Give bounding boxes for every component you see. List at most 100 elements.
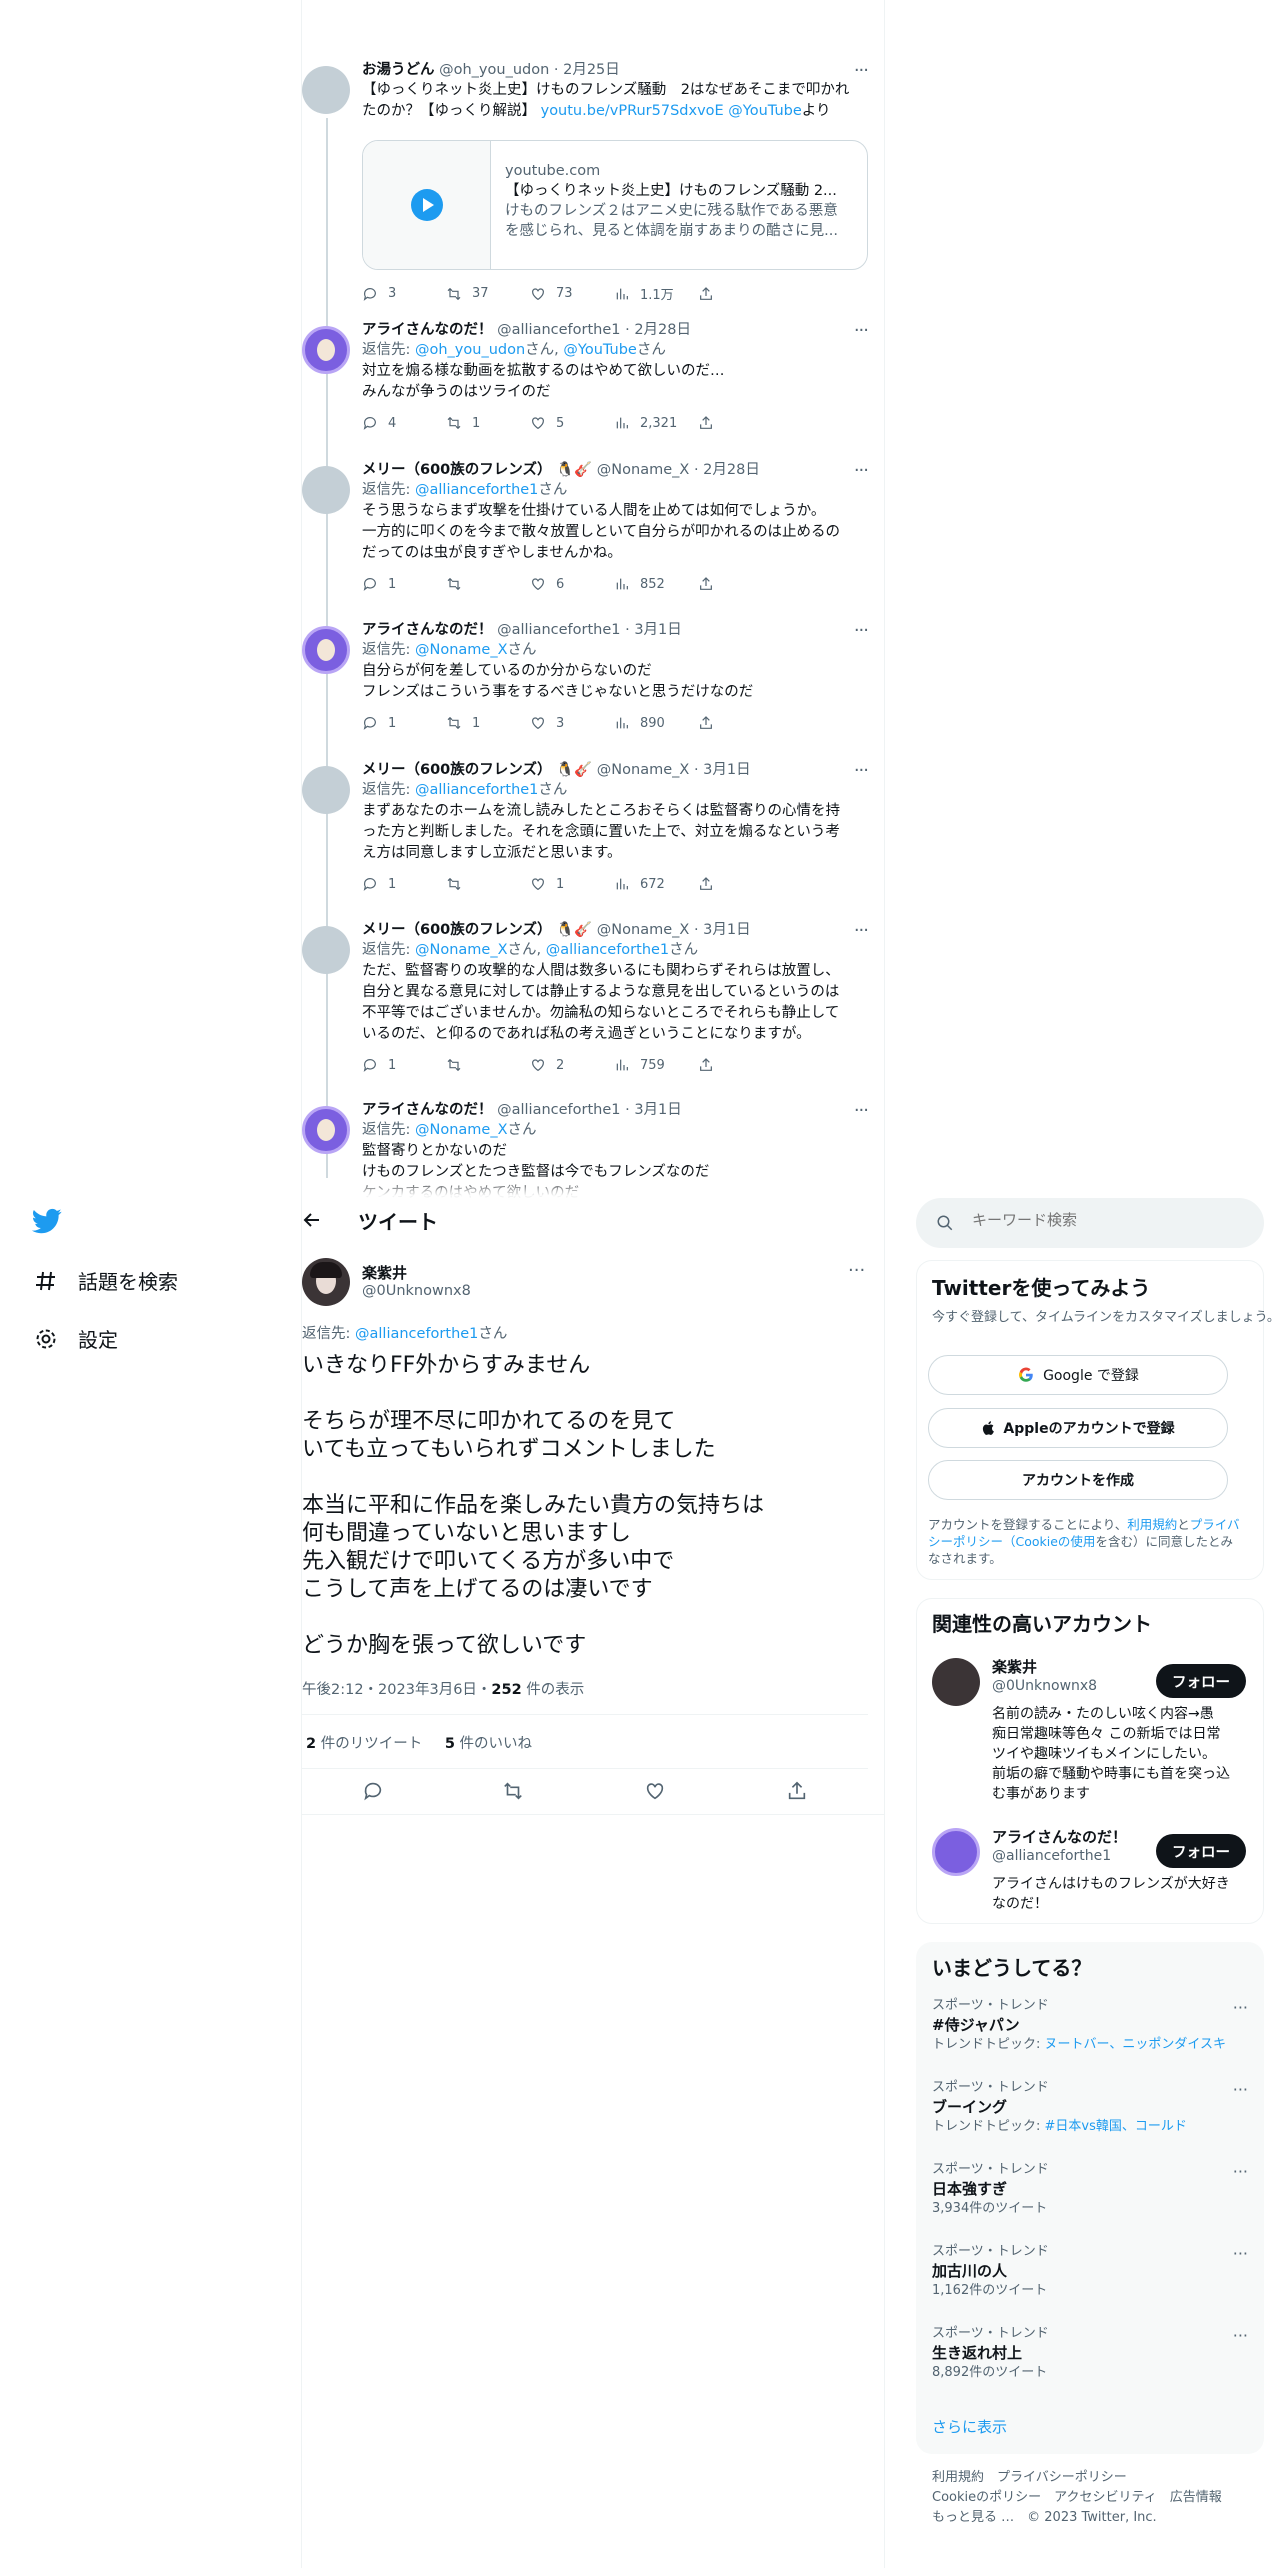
share-button[interactable] bbox=[698, 576, 782, 592]
author-name[interactable]: アライさんなのだ！ bbox=[362, 1102, 493, 1118]
handle-date[interactable]: @Noname_X · 3月1日 bbox=[592, 922, 751, 938]
trend-topic-links[interactable]: #日本vs韓国、コールド bbox=[1045, 2119, 1187, 2134]
reply-to-link[interactable]: @allianceforthe1 bbox=[415, 782, 538, 798]
terms-link[interactable]: 利用規約 bbox=[1127, 1517, 1177, 1532]
author-name[interactable]: アライさんなのだ！ bbox=[362, 622, 493, 638]
retweet-button[interactable] bbox=[446, 1057, 530, 1073]
more-icon[interactable]: ··· bbox=[1233, 2244, 1248, 2263]
nav-settings[interactable]: 設定 bbox=[32, 1324, 118, 1353]
handle-date[interactable]: @allianceforthe1 · 3月1日 bbox=[493, 622, 682, 638]
like-count-link[interactable]: 5 件のいいね bbox=[445, 1736, 532, 1752]
reply-button[interactable]: 1 bbox=[362, 576, 446, 592]
reply-tweet[interactable]: アライさんなのだ！ @allianceforthe1 · 2月28日 返信先: @… bbox=[302, 320, 884, 470]
share-button[interactable] bbox=[698, 876, 782, 892]
trend-item[interactable]: スポーツ・トレンド 日本強すぎ 3,934件のツイート ··· bbox=[932, 2162, 1252, 2218]
main-timestamp[interactable]: 午後2:12・2023年3月6日・252 件の表示 bbox=[302, 1678, 584, 1699]
follow-button[interactable]: フォロー bbox=[1156, 1664, 1246, 1698]
share-button[interactable] bbox=[698, 284, 782, 303]
trend-item[interactable]: スポーツ・トレンド 加古川の人 1,162件のツイート ··· bbox=[932, 2244, 1252, 2300]
like-button[interactable]: 5 bbox=[530, 415, 614, 431]
reply-to-link[interactable]: @allianceforthe1 bbox=[355, 1326, 478, 1342]
reply-to-link[interactable]: @allianceforthe1 bbox=[415, 482, 538, 498]
more-icon[interactable]: ··· bbox=[854, 1100, 869, 1121]
more-icon[interactable]: ··· bbox=[854, 920, 869, 941]
reply-tweet[interactable]: アライさんなのだ！ @allianceforthe1 · 3月1日 返信先: @N… bbox=[302, 620, 884, 770]
create-account-button[interactable]: アカウントを作成 bbox=[928, 1460, 1228, 1500]
youtube-mention[interactable]: @YouTube bbox=[724, 103, 801, 119]
reply-to-link[interactable]: @Noname_X bbox=[415, 642, 508, 658]
retweet-button[interactable] bbox=[446, 876, 530, 892]
author-name[interactable]: メリー（600族のフレンズ） bbox=[362, 762, 551, 778]
trend-item[interactable]: スポーツ・トレンド ブーイング トレンドトピック: #日本vs韓国、コールド ··· bbox=[932, 2080, 1252, 2136]
trend-item[interactable]: スポーツ・トレンド #侍ジャパン トレンドトピック: ヌートバー、ニッポンダイスキ ·… bbox=[932, 1998, 1252, 2054]
reply-tweet[interactable]: メリー（600族のフレンズ） 🐧🎸 @Noname_X · 3月1日 返信先: @… bbox=[302, 920, 884, 1073]
footer-ads[interactable]: 広告情報 bbox=[1170, 2490, 1222, 2505]
avatar[interactable] bbox=[932, 1828, 980, 1876]
retweet-button[interactable]: 1 bbox=[446, 415, 530, 431]
reply-button[interactable]: 1 bbox=[362, 715, 446, 731]
reply-to-link[interactable]: @YouTube bbox=[563, 342, 636, 358]
views-button[interactable]: 759 bbox=[614, 1057, 698, 1073]
search-box[interactable] bbox=[916, 1198, 1264, 1248]
link-card[interactable]: youtube.com 【ゆっくりネット炎上史】けものフレンズ騒動 2... け… bbox=[362, 140, 868, 270]
reply-to-link[interactable]: @Noname_X bbox=[415, 942, 508, 958]
apple-signup-button[interactable]: Appleのアカウントで登録 bbox=[928, 1408, 1228, 1448]
views-button[interactable]: 2,321 bbox=[614, 415, 698, 431]
main-more-icon[interactable]: ··· bbox=[848, 1260, 865, 1281]
author-name[interactable]: メリー（600族のフレンズ） bbox=[362, 922, 551, 938]
author-name[interactable]: お湯うどん bbox=[362, 62, 435, 78]
reply-button[interactable]: 1 bbox=[362, 1057, 446, 1073]
reply-tweet[interactable]: メリー（600族のフレンズ） 🐧🎸 @Noname_X · 3月1日 返信先: @… bbox=[302, 760, 884, 910]
related-account[interactable]: 楽紫井 @0Unknownx8 フォロー 名前の読み・たのしい呟く内容→愚 痴日常趣味等… bbox=[916, 1652, 1264, 1802]
like-icon[interactable] bbox=[644, 1780, 666, 1802]
footer-accessibility[interactable]: アクセシビリティ bbox=[1054, 2490, 1157, 2505]
account-handle[interactable]: @allianceforthe1 bbox=[992, 1848, 1111, 1864]
like-button[interactable]: 3 bbox=[530, 715, 614, 731]
more-icon[interactable]: ··· bbox=[1233, 2162, 1248, 2181]
views-button[interactable]: 852 bbox=[614, 576, 698, 592]
more-icon[interactable]: ··· bbox=[854, 320, 869, 341]
main-avatar[interactable] bbox=[302, 1258, 350, 1306]
more-icon[interactable]: ··· bbox=[1233, 1998, 1248, 2017]
like-button[interactable]: 2 bbox=[530, 1057, 614, 1073]
reply-button[interactable]: 4 bbox=[362, 415, 446, 431]
avatar[interactable] bbox=[302, 766, 350, 814]
views-button[interactable]: 890 bbox=[614, 715, 698, 731]
like-button[interactable]: 6 bbox=[530, 576, 614, 592]
twitter-logo-icon[interactable] bbox=[31, 1206, 62, 1240]
share-icon[interactable] bbox=[786, 1780, 808, 1802]
handle-date[interactable]: @allianceforthe1 · 3月1日 bbox=[493, 1102, 682, 1118]
reply-tweet[interactable]: メリー（600族のフレンズ） 🐧🎸 @Noname_X · 2月28日 返信先: … bbox=[302, 460, 884, 610]
footer-cookie[interactable]: Cookieのポリシー bbox=[932, 2490, 1041, 2505]
account-handle[interactable]: @0Unknownx8 bbox=[992, 1678, 1097, 1694]
avatar[interactable] bbox=[302, 466, 350, 514]
handle-date[interactable]: @Noname_X · 2月28日 bbox=[592, 462, 760, 478]
author-name[interactable]: アライさんなのだ！ bbox=[362, 322, 493, 338]
trend-topic-links[interactable]: ヌートバー、ニッポンダイスキ bbox=[1045, 2037, 1226, 2052]
more-icon[interactable]: ··· bbox=[854, 620, 869, 641]
trends-show-more[interactable]: さらに表示 bbox=[932, 2416, 1007, 2437]
retweet-button[interactable] bbox=[446, 576, 530, 592]
reply-button[interactable]: 3 bbox=[362, 284, 446, 303]
share-button[interactable] bbox=[698, 415, 782, 431]
handle-date[interactable]: @allianceforthe1 · 2月28日 bbox=[493, 322, 691, 338]
more-icon[interactable]: ··· bbox=[854, 60, 869, 81]
main-author-name[interactable]: 楽紫井 bbox=[362, 1262, 407, 1283]
account-name[interactable]: アライさんなのだ！ bbox=[992, 1826, 1127, 1847]
like-button[interactable]: 1 bbox=[530, 876, 614, 892]
avatar[interactable] bbox=[302, 926, 350, 974]
avatar[interactable] bbox=[302, 1106, 350, 1154]
reply-icon[interactable] bbox=[362, 1780, 384, 1802]
author-name[interactable]: メリー（600族のフレンズ） bbox=[362, 462, 551, 478]
nav-explore[interactable]: 話題を検索 bbox=[32, 1266, 178, 1295]
views-button[interactable]: 672 bbox=[614, 876, 698, 892]
retweet-button[interactable]: 1 bbox=[446, 715, 530, 731]
tweet-link[interactable]: youtu.be/vPRur57SdxvoE bbox=[536, 103, 724, 119]
footer-terms[interactable]: 利用規約 bbox=[932, 2470, 984, 2485]
handle-date[interactable]: @Noname_X · 3月1日 bbox=[592, 762, 751, 778]
share-button[interactable] bbox=[698, 715, 782, 731]
account-name[interactable]: 楽紫井 bbox=[992, 1656, 1037, 1677]
trend-item[interactable]: スポーツ・トレンド 生き返れ村上 8,892件のツイート ··· bbox=[932, 2326, 1252, 2382]
handle-date[interactable]: @oh_you_udon · 2月25日 bbox=[435, 62, 620, 78]
follow-button[interactable]: フォロー bbox=[1156, 1834, 1246, 1868]
